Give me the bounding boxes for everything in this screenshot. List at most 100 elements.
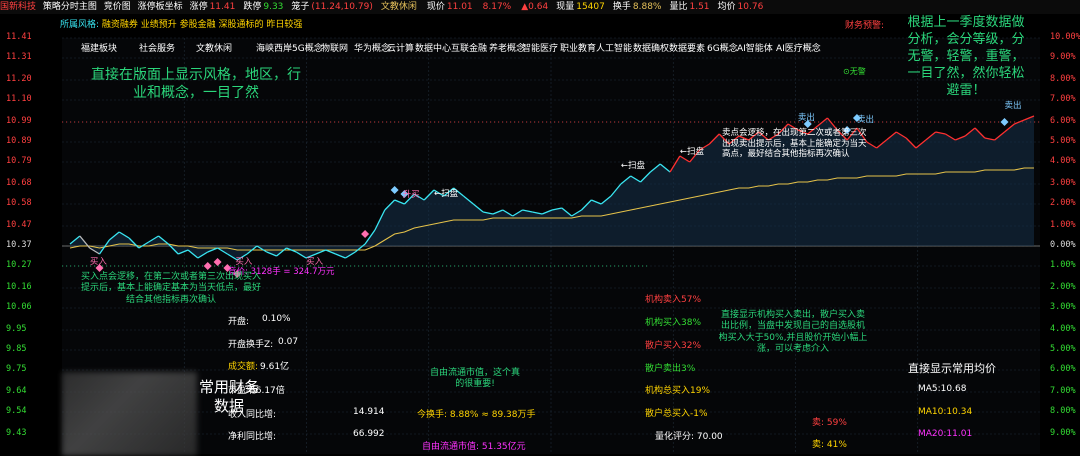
ma-row: MA10:10.34 <box>918 407 973 417</box>
annotation-institution-sell: 卖点会逻移，在出现第二次或者第三次出现卖出提示后，基本上能确定为当天高点，最好结… <box>722 128 867 160</box>
price-point <box>994 139 995 140</box>
y-tick-left: 11.31 <box>6 52 32 62</box>
y-tick-left: 11.41 <box>6 32 32 42</box>
price-point <box>1024 119 1025 120</box>
institution-row: 机构买入38% <box>645 318 702 328</box>
concept-tag[interactable]: 数据要素 <box>669 41 705 54</box>
y-tick-right: 8.00% <box>1050 74 1076 84</box>
tab-strategy-chart[interactable]: 策略分时主图 <box>43 2 97 12</box>
quote-stat-label: 现价 <box>426 2 445 12</box>
concept-tag[interactable]: 职业教育 <box>560 41 596 54</box>
price-point <box>296 251 297 252</box>
y-tick-right: 2.00% <box>1050 282 1076 292</box>
y-tick-right: 2.00% <box>1050 198 1076 208</box>
price-point <box>266 251 267 252</box>
finance-value: 14.914 <box>353 407 385 417</box>
concept-tag[interactable]: AI智能体 <box>737 41 773 54</box>
buy-percentage: 卖: 41% <box>812 440 847 450</box>
institution-row: 散户总买入-1% <box>645 409 708 419</box>
concept-tag[interactable]: 物联网 <box>321 41 348 54</box>
quote-stat-label: 均价 <box>717 2 736 12</box>
concept-tag[interactable]: AI医疗概念 <box>776 41 821 54</box>
concept-tag[interactable]: 智能医疗 <box>522 41 558 54</box>
quote-stat-label: 涨停 <box>189 2 208 12</box>
price-point <box>620 183 621 184</box>
y-tick-left: 9.95 <box>6 324 27 334</box>
concept-tag[interactable]: 互联金融 <box>451 41 487 54</box>
tab-limit-up-board[interactable]: 涨停板坐标 <box>138 2 183 12</box>
annotation-season-data: 根据上一季度数据做分析，会分等级，分无警，轻警，重警，一目了然，然你轻松避雷！ <box>907 15 1025 98</box>
ma-row: MA5:10.68 <box>918 384 967 394</box>
price-point <box>955 139 956 140</box>
y-tick-right: 5.00% <box>1050 344 1076 354</box>
price-point <box>138 247 139 248</box>
price-point <box>404 203 405 204</box>
style-line: 所属风格: 融资融券 业绩预升 参股金融 深股通标的 昨日较强 <box>60 17 302 30</box>
price-point <box>384 209 385 210</box>
concept-tag[interactable]: 6G概念 <box>707 41 738 54</box>
tab-auction-chart[interactable]: 竞价图 <box>104 2 131 12</box>
institution-row: 机构总买入19% <box>645 386 711 396</box>
y-tick-right: 0.00% <box>1050 240 1076 250</box>
concept-tag[interactable]: 社会服务 <box>139 41 175 54</box>
price-point <box>286 247 287 248</box>
price-point <box>365 243 366 244</box>
price-point <box>640 181 641 182</box>
price-point <box>709 143 710 144</box>
annotation-free-cap: 自由流通市值，这个真的很重要! <box>429 368 520 390</box>
y-tick-right: 10.00% <box>1050 32 1080 42</box>
concept-tag[interactable]: 华为概念 <box>354 41 390 54</box>
y-tick-left: 11.10 <box>6 94 32 104</box>
free-cap-value: 自由流通市值: 51.35亿元 <box>422 442 526 452</box>
y-tick-right: 1.00% <box>1050 220 1076 230</box>
price-point <box>522 209 523 210</box>
finance-label: 开盘: <box>228 317 250 327</box>
y-tick-left: 10.16 <box>6 282 32 292</box>
concept-tag[interactable]: 云计算 <box>387 41 414 54</box>
price-point <box>158 235 159 236</box>
quote-stat: 均价 10.76 <box>718 2 768 12</box>
price-point <box>473 203 474 204</box>
quote-stat-label: 文教休闲 <box>380 2 417 12</box>
concept-tag[interactable]: 海峡西岸 <box>256 41 292 54</box>
sweep-label: ←扫盘 <box>680 146 705 157</box>
concept-tag[interactable]: 文教休闲 <box>196 41 232 54</box>
price-point <box>551 209 552 210</box>
concept-tag[interactable]: 福建板块 <box>81 41 117 54</box>
quote-stat: 笼子 (11.24,10.79) <box>291 2 376 12</box>
concept-tag[interactable]: 5G概念 <box>292 41 323 54</box>
no-alert-badge: ⊙无警 <box>843 67 866 76</box>
quote-stat: 换手 8.88% <box>613 2 666 12</box>
price-point <box>669 171 670 172</box>
style-prefix: 所属风格: <box>60 20 100 30</box>
y-tick-right: 6.00% <box>1050 116 1076 126</box>
concept-tag[interactable]: 人工智能 <box>596 41 632 54</box>
quote-stat: ▲0.64 <box>519 2 552 12</box>
price-point <box>315 253 316 254</box>
concept-tag[interactable]: 数据中心 <box>415 41 451 54</box>
price-point <box>787 123 788 124</box>
y-tick-left: 9.64 <box>6 386 27 396</box>
quote-stat: 跌停 9.33 <box>243 2 287 12</box>
finance-alert-label: 财务预警: <box>845 21 885 31</box>
concept-tag[interactable]: 养老概念 <box>489 41 525 54</box>
price-point <box>581 209 582 210</box>
finance-value: 9.61亿 <box>260 362 290 372</box>
price-point <box>591 199 592 200</box>
quote-stat-label: 笼子 <box>291 2 310 12</box>
y-tick-left: 10.89 <box>6 136 32 146</box>
concept-tag[interactable]: 数据确权 <box>633 41 669 54</box>
price-point <box>935 131 936 132</box>
sell-marker-label: 卖出 <box>857 114 874 125</box>
price-point <box>197 257 198 258</box>
price-point <box>246 253 247 254</box>
price-point <box>1004 131 1005 132</box>
price-point <box>610 195 611 196</box>
price-point <box>1014 123 1015 124</box>
ma-row: MA20:11.01 <box>918 429 973 439</box>
y-tick-right: 6.00% <box>1050 364 1076 374</box>
stock-name[interactable]: 国新科技 <box>0 2 36 12</box>
y-tick-left: 10.37 <box>6 240 32 250</box>
quote-stat: 文教休闲 <box>381 2 423 12</box>
quote-stat-label: 跌停 <box>243 2 262 12</box>
